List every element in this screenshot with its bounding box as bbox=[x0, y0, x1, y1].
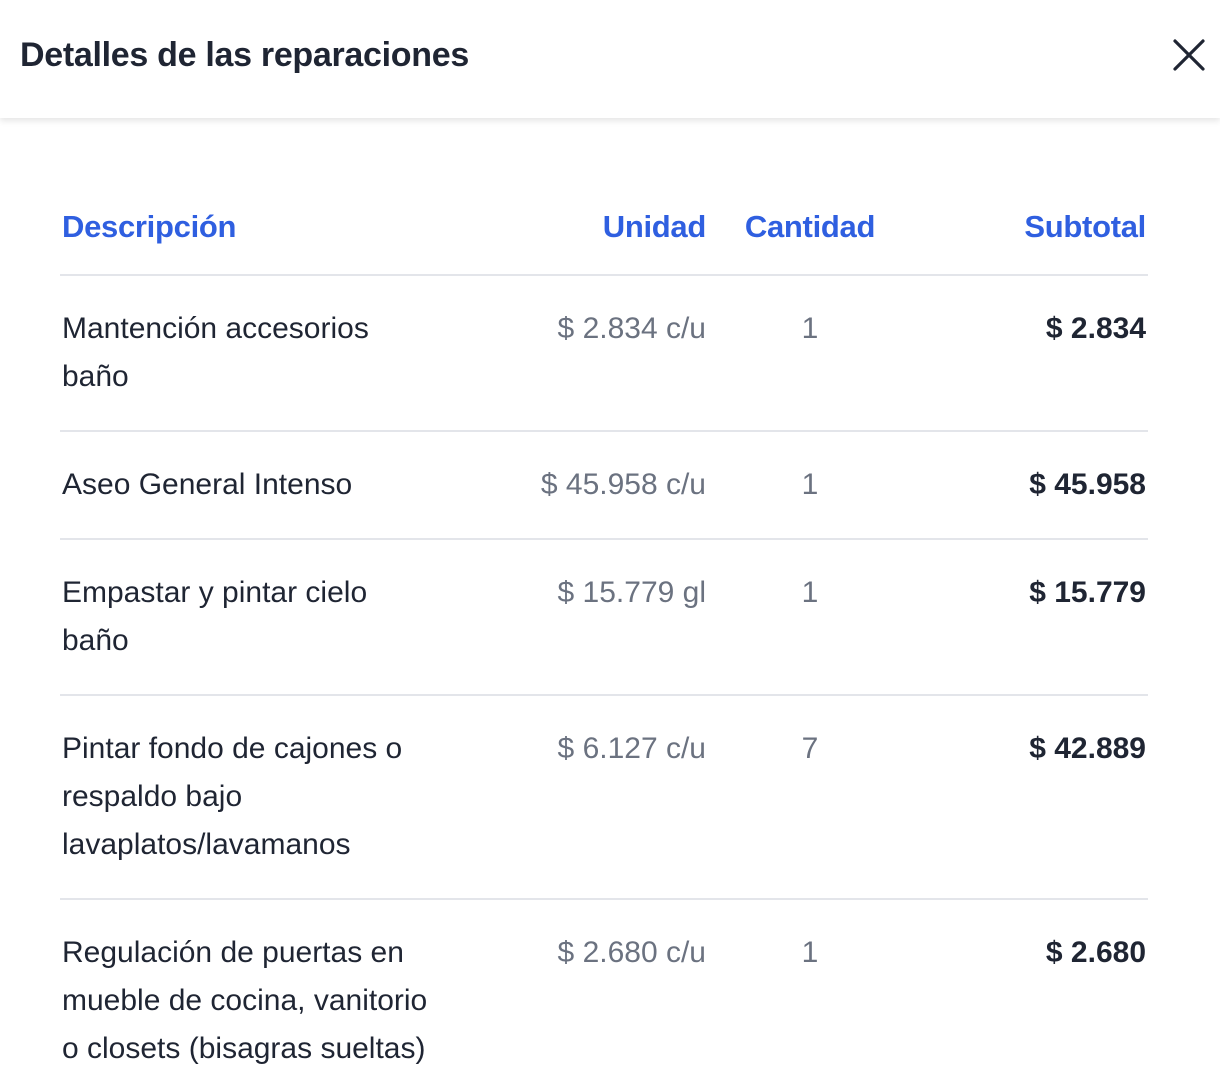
row-subtotal: $ 42.889 bbox=[912, 695, 1148, 900]
modal-header: Detalles de las reparaciones bbox=[0, 0, 1220, 118]
row-subtotal: $ 15.779 bbox=[912, 539, 1148, 696]
row-quantity: 1 bbox=[708, 275, 912, 432]
row-subtotal: $ 2.834 bbox=[912, 275, 1148, 432]
row-description: Pintar fondo de cajones o respaldo bajo … bbox=[60, 695, 440, 900]
table-row: Aseo General Intenso $ 45.958 c/u 1 $ 45… bbox=[60, 431, 1148, 540]
row-description: Aseo General Intenso bbox=[60, 431, 440, 540]
modal-title: Detalles de las reparaciones bbox=[20, 36, 469, 74]
row-description: Regulación de puertas en mueble de cocin… bbox=[62, 936, 428, 1065]
row-unit-price: $ 45.958 c/u bbox=[440, 431, 708, 540]
close-button[interactable] bbox=[1164, 30, 1214, 80]
repairs-table-container: Descripción Unidad Cantidad Subtotal Man… bbox=[60, 180, 1148, 1070]
row-unit-price: $ 2.680 c/u bbox=[557, 936, 706, 969]
table-row: Mantención accesorios baño $ 2.834 c/u 1… bbox=[60, 275, 1148, 432]
table-row: Regulación de puertas en mueble de cocin… bbox=[60, 899, 1148, 1070]
table-row: Pintar fondo de cajones o respaldo bajo … bbox=[60, 695, 1148, 900]
row-unit-price: $ 15.779 gl bbox=[440, 539, 708, 696]
column-header-unit: Unidad bbox=[440, 180, 708, 276]
table-header: Descripción Unidad Cantidad Subtotal bbox=[60, 180, 1148, 276]
row-quantity: 1 bbox=[801, 936, 819, 969]
row-quantity: 1 bbox=[708, 539, 912, 696]
table-header-row: Descripción Unidad Cantidad Subtotal bbox=[60, 180, 1148, 276]
repair-details-modal: Detalles de las reparaciones Descripción… bbox=[0, 0, 1220, 1070]
close-icon bbox=[1173, 39, 1205, 71]
row-quantity: 7 bbox=[708, 695, 912, 900]
table-row: Empastar y pintar cielo baño $ 15.779 gl… bbox=[60, 539, 1148, 696]
column-header-description: Descripción bbox=[60, 180, 440, 276]
row-unit-price: $ 2.834 c/u bbox=[440, 275, 708, 432]
row-subtotal: $ 45.958 bbox=[912, 431, 1148, 540]
row-description: Empastar y pintar cielo baño bbox=[60, 539, 440, 696]
column-header-quantity: Cantidad bbox=[708, 180, 912, 276]
row-quantity: 1 bbox=[708, 431, 912, 540]
column-header-subtotal: Subtotal bbox=[912, 180, 1148, 276]
row-unit-price: $ 6.127 c/u bbox=[440, 695, 708, 900]
row-subtotal: $ 2.680 bbox=[1045, 936, 1146, 969]
repairs-table: Descripción Unidad Cantidad Subtotal Man… bbox=[60, 180, 1148, 1070]
row-description: Mantención accesorios baño bbox=[60, 275, 440, 432]
table-body: Mantención accesorios baño $ 2.834 c/u 1… bbox=[60, 275, 1148, 1070]
